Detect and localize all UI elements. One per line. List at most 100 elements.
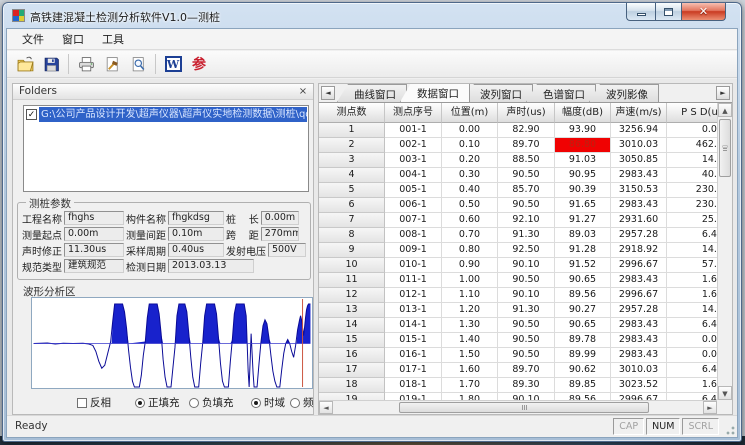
print-setup-button[interactable] (99, 53, 125, 76)
table-row[interactable]: 7007-10.6092.1091.272931.6025.6 (319, 213, 717, 228)
workspace: Folders × ✓ G:\公司产品设计开发\超声仪器\超声仪实地检测数据\测… (7, 79, 737, 415)
save-button[interactable] (38, 53, 64, 76)
cell: 92.50 (498, 243, 555, 258)
table-row[interactable]: 6006-10.5090.5091.652983.43230.4 (319, 198, 717, 213)
table-row[interactable]: 11011-11.0090.5090.652983.431.60 (319, 273, 717, 288)
table-row[interactable]: 3003-10.2088.5091.033050.8514.4 (319, 153, 717, 168)
waveform-plot[interactable] (31, 297, 313, 389)
negative-fill-radio[interactable] (189, 398, 199, 408)
freq-domain-radio[interactable] (290, 398, 300, 408)
open-file-button[interactable] (12, 53, 38, 76)
menu-item-2[interactable]: 工具 (95, 29, 131, 49)
field-label: 跨 距 (226, 227, 259, 242)
table-row[interactable]: 13013-11.2091.3090.272957.2814.4 (319, 303, 717, 318)
column-header[interactable]: 位置(m) (442, 103, 498, 123)
table-row[interactable]: 12012-11.1090.1089.562996.671.60 (319, 288, 717, 303)
tab-4[interactable]: 波列影像 (589, 84, 659, 102)
cell: 002-1 (385, 138, 442, 153)
folder-item[interactable]: ✓ G:\公司产品设计开发\超声仪器\超声仪实地检测数据\测桩\qd\qd03\… (26, 107, 307, 122)
close-button[interactable]: ✕ (682, 3, 726, 21)
freq-domain-radio-group[interactable]: 频域 (290, 395, 314, 410)
cell: 0.00 (442, 123, 498, 138)
folders-close-icon[interactable]: × (296, 85, 310, 98)
resize-grip[interactable] (723, 423, 736, 436)
table-row[interactable]: 9009-10.8092.5091.282918.9214.4 (319, 243, 717, 258)
minimize-button[interactable] (626, 3, 655, 21)
scroll-right-icon[interactable]: ► (703, 401, 717, 414)
cell: 92.10 (498, 213, 555, 228)
tab-3[interactable]: 色谱窗口 (526, 84, 596, 102)
table-row[interactable]: 16016-11.5090.5089.992983.430.00 (319, 348, 717, 363)
pile-params-fields: 工程名称fhghs构件名称fhgkdsg桩 长0.00m测量起点0.00m测量间… (22, 210, 308, 274)
table-row[interactable]: 14014-11.3090.5090.652983.436.40 (319, 318, 717, 333)
client-area: 文件窗口工具 W 参 (6, 28, 738, 438)
table-row[interactable]: 1001-10.0082.9093.903256.940.00 (319, 123, 717, 138)
pile-params-title: 测桩参数 (26, 196, 74, 211)
print-button[interactable] (73, 53, 99, 76)
table-row[interactable]: 4004-10.3090.5090.952983.4340.0 (319, 168, 717, 183)
table-row[interactable]: 10010-10.9090.1091.522996.6757.6 (319, 258, 717, 273)
table-row[interactable]: 15015-11.4090.5089.782983.430.00 (319, 333, 717, 348)
field-value: 0.00m (261, 211, 299, 225)
vertical-scrollbar[interactable]: ▲ ▼ (717, 103, 732, 400)
cell: 0.80 (442, 243, 498, 258)
document-hammer-icon (104, 56, 121, 73)
tab-0[interactable]: 曲线窗口 (337, 84, 407, 102)
tab-2[interactable]: 波列窗口 (463, 84, 533, 102)
table-row[interactable]: 2002-10.1089.7086.803010.03462.4 (319, 138, 717, 153)
export-word-button[interactable]: W (160, 53, 186, 76)
time-domain-radio-group[interactable]: 时域 (251, 395, 285, 410)
scroll-up-icon[interactable]: ▲ (718, 103, 732, 117)
negative-fill-label: 负填充 (202, 395, 234, 410)
horizontal-scrollbar[interactable]: ◄ ► (319, 400, 717, 414)
cell: 6.40 (667, 318, 717, 333)
save-floppy-icon (43, 56, 60, 73)
parameters-button[interactable]: 参 (186, 53, 212, 76)
table-row[interactable]: 19019-11.8090.1089.562996.676.40 (319, 393, 717, 400)
title-bar[interactable]: 高铁建混凝土检测分析软件V1.0—测桩 ✕ (3, 3, 741, 28)
positive-fill-radio[interactable] (135, 398, 145, 408)
table-row[interactable]: 8008-10.7091.3089.032957.286.40 (319, 228, 717, 243)
cell: 1.10 (442, 288, 498, 303)
status-scrl: SCRL (682, 418, 719, 435)
column-header[interactable]: P S D(us (667, 103, 717, 123)
column-header[interactable]: 幅度(dB) (555, 103, 611, 123)
folder-path[interactable]: G:\公司产品设计开发\超声仪器\超声仪实地检测数据\测桩\qd\qd03\qd… (39, 107, 307, 122)
menu-item-1[interactable]: 窗口 (55, 29, 91, 49)
cell: 16 (319, 348, 385, 363)
column-header[interactable]: 测点数 (319, 103, 385, 123)
cell: 1.60 (667, 273, 717, 288)
maximize-button[interactable] (655, 3, 682, 21)
status-cap: CAP (613, 418, 644, 435)
table-row[interactable]: 18018-11.7089.3089.853023.521.60 (319, 378, 717, 393)
cell: 0.00 (667, 348, 717, 363)
menu-item-0[interactable]: 文件 (15, 29, 51, 49)
cell: 016-1 (385, 348, 442, 363)
cell: 0.90 (442, 258, 498, 273)
positive-fill-radio-group[interactable]: 正填充 (135, 395, 180, 410)
print-preview-button[interactable] (125, 53, 151, 76)
folder-checkbox[interactable]: ✓ (26, 109, 37, 120)
folders-caption: Folders × (13, 84, 313, 100)
column-header[interactable]: 测点序号 (385, 103, 442, 123)
cell: 10 (319, 258, 385, 273)
vertical-scroll-thumb[interactable] (719, 119, 731, 177)
scroll-down-icon[interactable]: ▼ (718, 386, 732, 400)
invert-checkbox-group[interactable]: 反相 (77, 395, 111, 410)
column-header[interactable]: 声时(us) (498, 103, 555, 123)
folders-list[interactable]: ✓ G:\公司产品设计开发\超声仪器\超声仪实地检测数据\测桩\qd\qd03\… (23, 105, 309, 192)
time-domain-radio[interactable] (251, 398, 261, 408)
table-row[interactable]: 17017-11.6089.7090.623010.036.40 (319, 363, 717, 378)
invert-checkbox[interactable] (77, 398, 87, 408)
cell: 2996.67 (611, 288, 667, 303)
negative-fill-radio-group[interactable]: 负填充 (189, 395, 234, 410)
column-header[interactable]: 声速(m/s) (611, 103, 667, 123)
table-row[interactable]: 5005-10.4085.7090.393150.53230.4 (319, 183, 717, 198)
horizontal-scroll-thumb[interactable] (399, 402, 649, 413)
tab-scroll-right-icon[interactable]: ► (716, 86, 730, 100)
tab-1[interactable]: 数据窗口 (400, 83, 470, 102)
cell: 91.30 (498, 303, 555, 318)
field-label: 构件名称 (126, 211, 166, 226)
tab-scroll-left-icon[interactable]: ◄ (321, 86, 335, 100)
scroll-left-icon[interactable]: ◄ (319, 401, 333, 414)
